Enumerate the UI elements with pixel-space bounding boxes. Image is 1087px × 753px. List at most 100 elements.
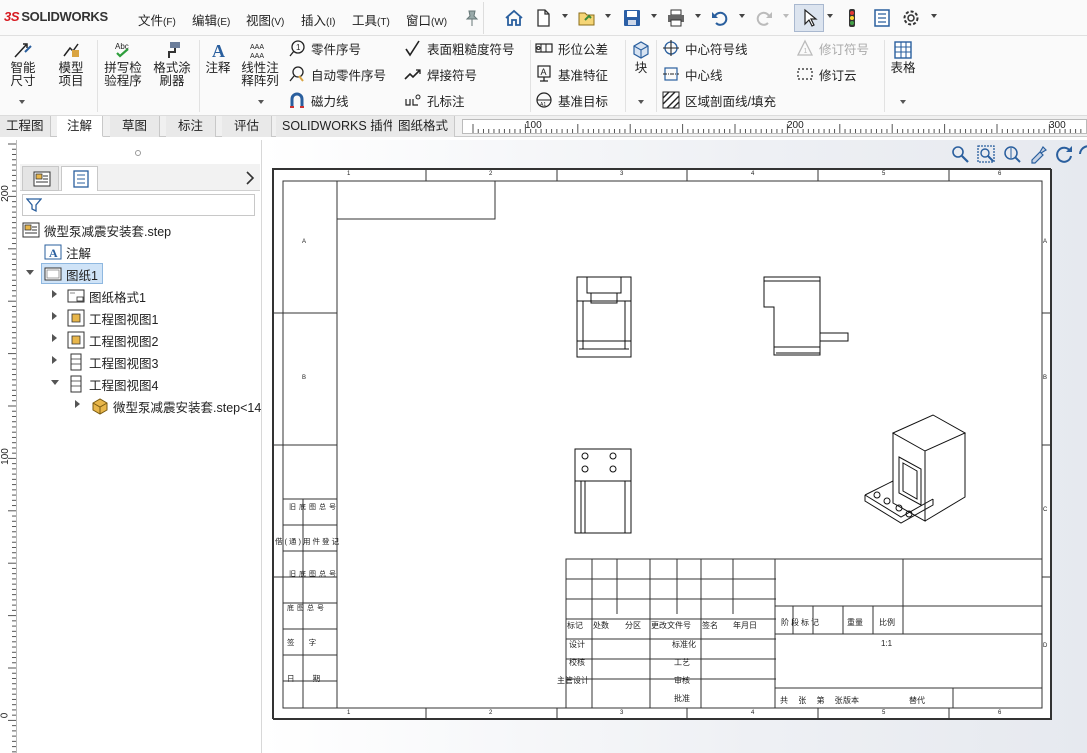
note-pattern-caret[interactable] xyxy=(258,100,264,104)
block-caret[interactable] xyxy=(638,100,644,104)
zoom-to-fit-icon[interactable] xyxy=(950,144,972,166)
undo-icon[interactable] xyxy=(708,6,732,30)
new-document-icon[interactable] xyxy=(531,6,555,30)
open-dropdown-caret[interactable] xyxy=(605,14,611,18)
tree-item-view4[interactable]: 工程图视图4 xyxy=(67,374,158,394)
tab-evaluate[interactable]: 评估 xyxy=(222,116,273,137)
drawing-view-2-side[interactable] xyxy=(762,275,852,359)
datum-feature-button[interactable]: A 基准特征 xyxy=(535,63,608,85)
smart-dimension-button[interactable]: 智能尺寸 xyxy=(2,40,44,88)
tab-sketch[interactable]: 草图 xyxy=(110,116,161,137)
save-icon[interactable] xyxy=(620,6,644,30)
tree-item-sheet-format[interactable]: 图纸格式1 xyxy=(67,286,146,306)
format-painter-button[interactable]: 格式涂刷器 xyxy=(149,40,195,88)
spell-checker-button[interactable]: Abc 拼写检验程序 xyxy=(100,40,146,88)
sheet-format-expand-toggle[interactable] xyxy=(52,290,57,298)
tab-annotation[interactable]: 注解 xyxy=(57,116,104,137)
tree-item-part[interactable]: 微型泵减震安装套.step<14 xyxy=(91,396,261,416)
block-icon xyxy=(633,41,649,59)
menu-edit[interactable]: 编辑(E) xyxy=(192,10,230,29)
select-dropdown-caret[interactable] xyxy=(827,14,833,18)
tb-scale-value[interactable]: 1:1 xyxy=(881,639,892,648)
zone-row-b: B xyxy=(302,375,307,381)
options-gear-icon[interactable] xyxy=(899,6,923,30)
table-button[interactable]: 表格 xyxy=(887,40,919,75)
panel-grip[interactable] xyxy=(135,150,141,156)
note-button[interactable]: A 注释 xyxy=(202,40,234,75)
view2-expand-toggle[interactable] xyxy=(52,334,57,342)
options-dropdown-caret[interactable] xyxy=(931,14,937,18)
menu-insert[interactable]: 插入(I) xyxy=(301,10,335,29)
revision-cloud-button[interactable]: 修订云 xyxy=(796,63,857,85)
tab-dimension[interactable]: 标注 xyxy=(166,116,217,137)
menu-view[interactable]: 视图(V) xyxy=(246,10,284,29)
pin-icon[interactable] xyxy=(460,6,484,30)
file-properties-icon[interactable] xyxy=(870,6,894,30)
datum-target-button[interactable]: A1 基准目标 xyxy=(535,89,608,111)
tree-item-view1[interactable]: 工程图视图1 xyxy=(67,308,158,328)
feature-manager-tab[interactable] xyxy=(22,166,59,191)
zoom-to-area-icon[interactable] xyxy=(976,144,998,166)
print-dropdown-caret[interactable] xyxy=(695,14,701,18)
view4-collapse-toggle[interactable] xyxy=(51,380,59,385)
feature-manager-panel: 微型泵减震安装套.step A 注解 图纸1 图纸格式1 工程图视图1 工程图视… xyxy=(17,140,262,753)
balloon-button[interactable]: 1 零件序号 xyxy=(288,37,361,59)
new-dropdown-caret[interactable] xyxy=(562,14,568,18)
smart-dim-caret[interactable] xyxy=(19,100,25,104)
balloon-icon: 1 xyxy=(289,40,305,57)
print-icon[interactable] xyxy=(664,6,688,30)
weld-symbol-button[interactable]: 焊接符号 xyxy=(404,63,477,85)
geometric-tolerance-button[interactable]: 形位公差 xyxy=(535,37,608,59)
drawing-view-4-isometric[interactable] xyxy=(863,413,969,531)
auto-balloon-button[interactable]: 自动零件序号 xyxy=(288,63,386,85)
solidworks-logo[interactable]: 3S SOLIDWORKS xyxy=(4,9,108,24)
menu-tools[interactable]: 工具(T) xyxy=(352,10,390,29)
part-expand-toggle[interactable] xyxy=(75,400,80,408)
save-dropdown-caret[interactable] xyxy=(651,14,657,18)
model-items-button[interactable]: 模型项目 xyxy=(48,40,94,88)
tab-solidworks-addins[interactable]: SOLIDWORKS 插件 xyxy=(276,116,403,137)
tab-drawing[interactable]: 工程图 xyxy=(0,116,51,137)
view3-expand-toggle[interactable] xyxy=(52,356,57,364)
menu-window[interactable]: 窗口(W) xyxy=(406,10,447,29)
redraw-icon[interactable] xyxy=(1054,144,1076,166)
hole-callout-button[interactable]: 孔标注 xyxy=(404,89,465,111)
expand-panel-chevron[interactable] xyxy=(243,169,257,187)
magnetic-line-button[interactable]: 磁力线 xyxy=(288,89,349,111)
zoom-in-out-icon[interactable] xyxy=(1002,144,1024,166)
table-icon xyxy=(894,41,912,59)
tree-root-document[interactable]: 微型泵减震安装套.step xyxy=(22,220,171,240)
property-manager-tab[interactable] xyxy=(61,166,98,191)
tb-label-mark: 标记 xyxy=(567,621,583,630)
tree-item-sheet[interactable]: 图纸1 xyxy=(44,264,98,284)
pan-icon[interactable] xyxy=(1028,144,1050,166)
chevron-right-icon xyxy=(246,171,255,185)
tree-filter-field[interactable] xyxy=(22,194,255,216)
open-icon[interactable] xyxy=(575,6,599,30)
surface-finish-button[interactable]: 表面粗糙度符号 xyxy=(404,37,515,59)
drawing-view-1-front[interactable] xyxy=(573,275,637,359)
tree-item-annotations[interactable]: A 注解 xyxy=(44,242,91,262)
menu-file[interactable]: 文件(F) xyxy=(138,10,176,29)
block-label: 块 xyxy=(634,61,648,75)
rebuild-traffic-light-icon[interactable] xyxy=(840,6,864,30)
home-icon[interactable] xyxy=(502,6,526,30)
undo-dropdown-caret[interactable] xyxy=(739,14,745,18)
centerline-button[interactable]: 中心线 xyxy=(662,63,723,85)
drawing-sheet[interactable]: 1 2 3 4 5 6 1 2 3 4 5 6 A B A B C D 旧底图总… xyxy=(272,168,1052,720)
center-mark-button[interactable]: 中心符号线 xyxy=(662,37,748,59)
view-toolbar-more-icon[interactable] xyxy=(1078,144,1087,166)
tab-sheet-format[interactable]: 图纸格式 xyxy=(392,116,456,137)
block-button[interactable]: 块 xyxy=(628,40,654,75)
sheet-collapse-toggle[interactable] xyxy=(26,270,34,275)
select-pointer-icon[interactable] xyxy=(797,6,821,30)
magnetic-line-icon xyxy=(290,92,304,108)
drawing-view-3-top[interactable] xyxy=(573,447,637,537)
area-hatch-fill-button[interactable]: 区域剖面线/填充 xyxy=(662,89,776,111)
linear-note-pattern-button[interactable]: AAA AAA 线性注释阵列 xyxy=(236,40,284,88)
tree-item-view3[interactable]: 工程图视图3 xyxy=(67,352,158,372)
view1-expand-toggle[interactable] xyxy=(52,312,57,320)
table-caret[interactable] xyxy=(900,100,906,104)
label-borrowed-parts: 借(通)用件登记 xyxy=(275,537,341,546)
tree-item-view2[interactable]: 工程图视图2 xyxy=(67,330,158,350)
